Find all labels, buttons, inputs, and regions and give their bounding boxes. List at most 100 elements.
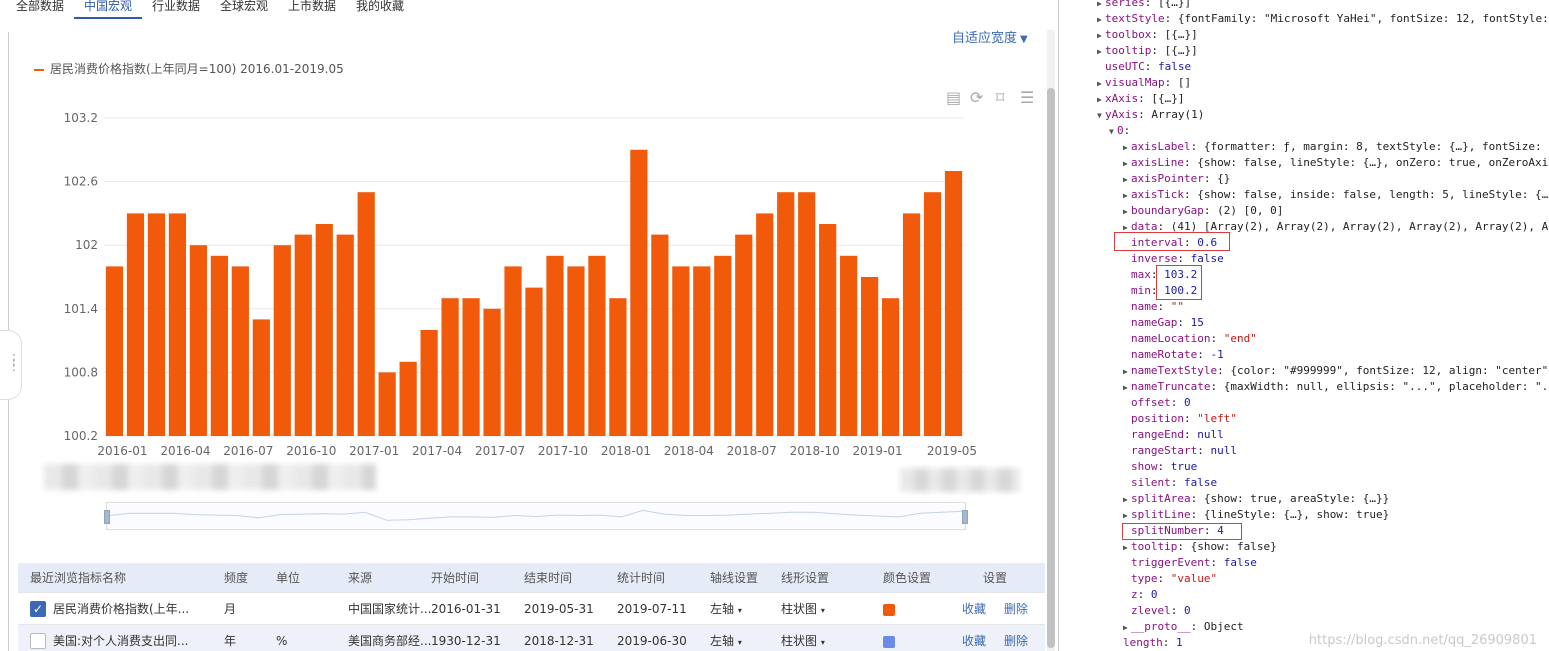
bar-2019-02[interactable] [881,298,900,436]
bar-2018-01[interactable] [609,298,627,436]
devtools-line[interactable]: ▶ axisLabel: {formatter: ƒ, margin: 8, te… [1123,139,1549,156]
bar-2018-05[interactable] [693,266,711,436]
devtools-line[interactable]: ▶ axisTick: {show: false, inside: false, … [1123,187,1549,204]
expand-arrow-icon[interactable]: ▶ [1123,540,1131,556]
collapse-arrow-icon[interactable]: ▼ [1109,124,1117,140]
bar-2017-05[interactable] [441,298,459,436]
bar-2016-04[interactable] [168,213,187,436]
bar-2018-02[interactable] [630,149,648,437]
devtools-line[interactable]: ▶ axisPointer: {} [1123,171,1230,188]
bar-2016-08[interactable] [252,319,270,436]
expand-arrow-icon[interactable]: ▶ [1123,172,1131,188]
bar-2018-08[interactable] [756,213,774,436]
devtools-line[interactable]: ▶ toolbox: [{…}] [1097,27,1198,44]
x-tick-label: 2018-01 [601,444,651,458]
expand-arrow-icon[interactable]: ▶ [1097,12,1105,28]
bar-2016-11[interactable] [315,224,333,436]
expand-arrow-icon[interactable]: ▶ [1097,28,1105,44]
devtools-line[interactable]: ▶ textStyle: {fontFamily: "Microsoft YaHe… [1097,11,1549,28]
bar-2018-10[interactable] [798,192,816,436]
bar-2018-06[interactable] [714,255,732,436]
expand-arrow-icon[interactable]: ▶ [1123,380,1131,396]
bar-2018-07[interactable] [735,234,753,436]
zoom-handle-left[interactable] [104,510,110,524]
bar-2019-01[interactable] [861,277,879,436]
devtools-line[interactable]: ▶ visualMap: [] [1097,75,1191,92]
bar-2017-02[interactable] [378,372,396,436]
expand-arrow-icon[interactable]: ▶ [1123,364,1131,380]
vertical-scrollbar[interactable] [1047,30,1055,651]
bar-2017-08[interactable] [504,266,522,436]
bar-2017-09[interactable] [525,287,543,436]
shape-select[interactable]: 柱状图 ▾ [781,593,825,627]
bar-2019-03[interactable] [902,213,921,436]
devtools-line[interactable]: ▶ splitLine: {lineStyle: {…}, show: true} [1123,507,1389,524]
collapse-arrow-icon[interactable]: ▼ [1097,108,1105,124]
devtools-line[interactable]: ▼ yAxis: Array(1) [1097,107,1204,124]
devtools-line[interactable]: ▶ tooltip: [{…}] [1097,43,1198,60]
color-swatch[interactable] [883,604,895,616]
bar-2016-07[interactable] [231,266,249,436]
expand-arrow-icon[interactable]: ▶ [1123,140,1131,156]
bar-2017-04[interactable] [420,330,438,436]
bar-2016-05[interactable] [189,245,207,436]
expand-arrow-icon[interactable]: ▶ [1123,156,1131,172]
bar-2017-07[interactable] [483,308,501,436]
devtools-line[interactable]: ▶ __proto__: Object [1123,619,1244,636]
y-tick-label: 102 [75,238,98,252]
collect-link[interactable]: 收藏 [962,625,986,651]
bar-2016-02[interactable] [126,213,145,436]
expand-arrow-icon[interactable]: ▶ [1123,188,1131,204]
delete-link[interactable]: 删除 [1004,593,1028,625]
row-checkbox[interactable]: ✓ [30,601,46,617]
axis-select[interactable]: 左轴 ▾ [710,625,742,651]
data-zoom-slider[interactable] [104,502,968,530]
x-tick-label: 2018-04 [664,444,714,458]
bar-2017-06[interactable] [462,298,480,436]
devtools-line[interactable]: ▼ 0: [1109,123,1130,140]
color-swatch[interactable] [883,636,895,648]
menu-icon[interactable]: ☰ [1020,88,1034,107]
bar-2017-01[interactable] [357,192,375,436]
bar-2017-10[interactable] [546,255,564,436]
collect-link[interactable]: 收藏 [962,593,986,625]
delete-link[interactable]: 删除 [1004,625,1028,651]
devtools-line[interactable]: ▶ axisLine: {show: false, lineStyle: {…},… [1123,155,1549,172]
axis-select[interactable]: 左轴 ▾ [710,593,742,627]
devtools-line[interactable]: ▶ boundaryGap: (2) [0, 0] [1123,203,1283,220]
devtools-line[interactable]: ▶ nameTruncate: {maxWidth: null, ellipsis… [1123,379,1549,396]
expand-arrow-icon[interactable]: ▶ [1123,508,1131,524]
bar-2017-03[interactable] [399,361,417,436]
bar-2016-03[interactable] [147,213,166,436]
bar-2019-04[interactable] [923,192,942,436]
devtools-line[interactable]: ▶ splitArea: {show: true, areaStyle: {…}} [1123,491,1389,508]
bar-2018-09[interactable] [777,192,795,436]
devtools-line[interactable]: ▶ xAxis: [{…}] [1097,91,1185,108]
expand-arrow-icon[interactable]: ▶ [1097,76,1105,92]
expand-arrow-icon[interactable]: ▶ [1097,44,1105,60]
bar-2016-09[interactable] [273,245,291,436]
property-value: null [1197,428,1224,441]
property-value: (2) [0, 0] [1217,204,1284,217]
bar-2019-05[interactable] [944,171,963,436]
bar-2017-12[interactable] [588,255,606,436]
devtools-line[interactable]: ▶ nameTextStyle: {color: "#999999", fontS… [1123,363,1549,380]
bar-2018-12[interactable] [840,255,858,436]
shape-select[interactable]: 柱状图 ▾ [781,625,825,651]
expand-arrow-icon[interactable]: ▶ [1123,204,1131,220]
bar-2018-04[interactable] [672,266,690,436]
bar-2016-10[interactable] [294,234,312,436]
bar-2016-06[interactable] [210,255,228,436]
expand-arrow-icon[interactable]: ▶ [1123,492,1131,508]
expand-arrow-icon[interactable]: ▶ [1123,620,1131,636]
bar-2016-01[interactable] [105,266,124,436]
bar-2018-03[interactable] [651,234,669,436]
zoom-handle-right[interactable] [962,510,968,524]
bar-2018-11[interactable] [819,224,837,436]
devtools-line[interactable]: ▶ tooltip: {show: false} [1123,539,1277,556]
bar-2016-12[interactable] [336,234,354,436]
row-checkbox[interactable] [30,633,46,649]
scrollbar-thumb[interactable] [1047,88,1055,648]
expand-arrow-icon[interactable]: ▶ [1097,92,1105,108]
bar-2017-11[interactable] [567,266,585,436]
